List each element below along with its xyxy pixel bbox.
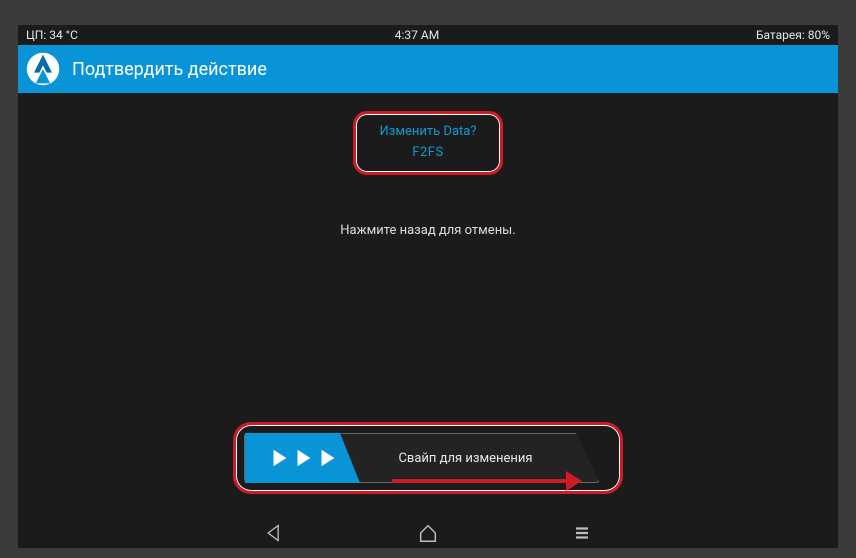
play-icon <box>268 447 290 469</box>
clock: 4:37 AM <box>78 28 756 42</box>
nav-menu-button[interactable] <box>570 521 594 545</box>
nav-home-button[interactable] <box>416 521 440 545</box>
swipe-label: Свайп для изменения <box>360 451 599 466</box>
title-bar: Подтвердить действие <box>18 45 838 93</box>
prompt-value: F2FS <box>362 145 494 160</box>
swipe-confirm-highlight: Свайп для изменения <box>233 422 623 494</box>
swipe-handle[interactable] <box>245 433 360 483</box>
content-area: Изменить Data? F2FS Нажмите назад для от… <box>18 93 838 518</box>
swipe-confirm-slider[interactable]: Свайп для изменения <box>244 433 600 483</box>
play-icon <box>292 447 314 469</box>
status-bar: ЦП: 34 °C 4:37 AM Батарея: 80% <box>18 25 838 45</box>
back-hint: Нажмите назад для отмены. <box>18 223 838 238</box>
play-icon <box>316 447 338 469</box>
confirm-prompt: Изменить Data? F2FS <box>353 111 503 175</box>
nav-bar <box>18 518 838 548</box>
recovery-screen: ЦП: 34 °C 4:37 AM Батарея: 80% Подтверди… <box>18 25 838 548</box>
annotation-arrow-icon <box>392 479 568 483</box>
nav-back-button[interactable] <box>262 521 286 545</box>
battery-level: Батарея: 80% <box>756 28 830 42</box>
page-title: Подтвердить действие <box>72 59 267 80</box>
prompt-question: Изменить Data? <box>362 124 494 139</box>
cpu-temp: ЦП: 34 °C <box>26 28 78 42</box>
twrp-logo-icon <box>24 50 62 88</box>
